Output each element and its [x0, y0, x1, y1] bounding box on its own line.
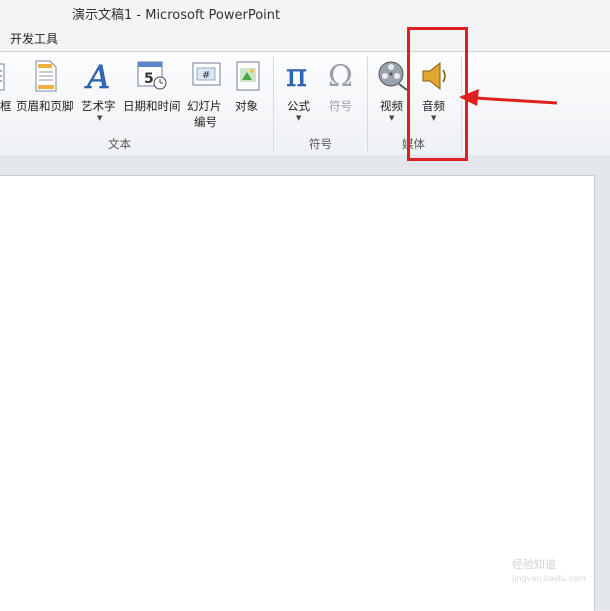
svg-text:π: π — [286, 58, 307, 92]
object-label: 对象 — [235, 99, 258, 113]
text-box-label: 框 — [0, 99, 12, 113]
symbol-button[interactable]: Ω 符号 — [325, 56, 359, 136]
window-title: 演示文稿1 - Microsoft PowerPoint — [72, 8, 281, 23]
object-icon — [236, 61, 260, 91]
tab-developer[interactable]: 开发工具 — [10, 30, 58, 47]
slide-number-label-line2: 编号 — [194, 115, 217, 129]
film-reel-icon — [378, 61, 408, 91]
svg-text:A: A — [84, 58, 110, 92]
video-label: 视频 — [380, 99, 403, 113]
object-button[interactable]: 对象 — [232, 56, 266, 136]
watermark-url: jingyan.baidu.com — [512, 574, 586, 583]
equation-label: 公式 — [287, 99, 310, 113]
svg-text:#: # — [202, 70, 210, 81]
date-time-button[interactable]: 5 日期和时间 — [122, 56, 184, 136]
equation-dropdown-icon[interactable]: ▼ — [296, 114, 301, 122]
header-footer-icon — [35, 60, 57, 92]
text-box-icon — [0, 63, 5, 91]
group-separator — [273, 56, 274, 152]
group-label-text: 文本 — [108, 137, 131, 151]
pi-icon: π — [286, 58, 308, 92]
header-footer-button[interactable]: 页眉和页脚 — [14, 56, 78, 136]
title-bar: 演示文稿1 - Microsoft PowerPoint — [0, 0, 610, 24]
omega-icon: Ω — [328, 59, 353, 92]
text-box-button[interactable]: 框 — [0, 56, 14, 136]
wordart-dropdown-icon[interactable]: ▼ — [97, 114, 102, 122]
wordart-icon: A — [84, 58, 110, 92]
ribbon-tabs: 开发工具 — [0, 24, 610, 51]
header-footer-label: 页眉和页脚 — [16, 99, 74, 113]
video-button[interactable]: 视频 ▼ — [376, 56, 410, 136]
group-label-symbols: 符号 — [309, 137, 332, 151]
symbol-label: 符号 — [329, 99, 352, 113]
watermark: 经验知道 — [512, 558, 556, 571]
svg-text:5: 5 — [144, 71, 154, 87]
slide-number-button[interactable]: # 幻灯片 编号 — [186, 56, 228, 136]
date-time-label: 日期和时间 — [123, 99, 181, 113]
wordart-label: 艺术字 — [81, 99, 116, 113]
wordart-button[interactable]: A 艺术字 ▼ — [80, 56, 120, 136]
equation-button[interactable]: π 公式 ▼ — [282, 56, 316, 136]
slide-canvas[interactable] — [0, 175, 595, 611]
slide-number-label-line1: 幻灯片 — [187, 99, 222, 113]
date-time-icon: 5 — [137, 61, 167, 90]
video-dropdown-icon[interactable]: ▼ — [389, 114, 394, 122]
group-separator — [367, 56, 368, 152]
svg-text:Ω: Ω — [328, 59, 353, 92]
annotation-arrow-icon — [459, 89, 558, 106]
slide-number-icon: # — [192, 62, 221, 86]
